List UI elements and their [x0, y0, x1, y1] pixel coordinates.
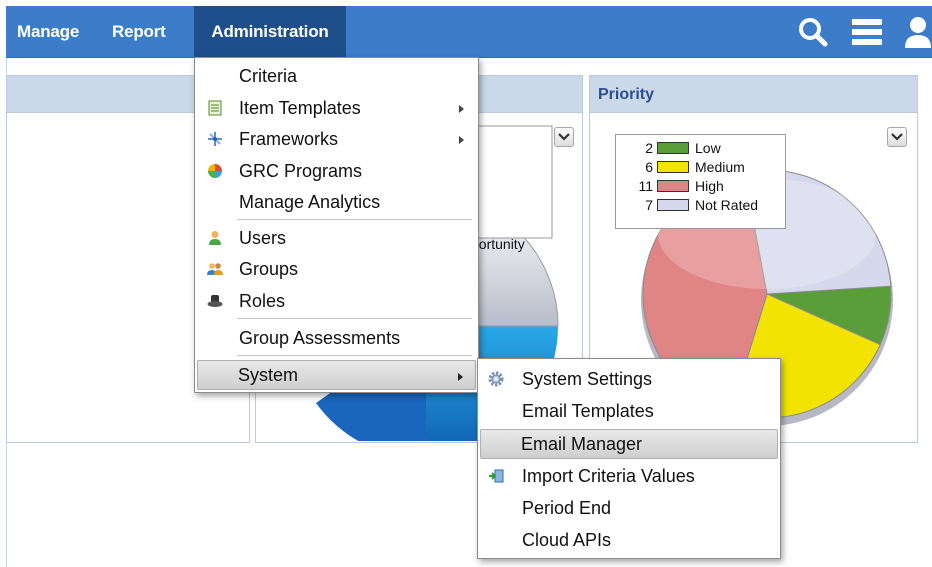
administration-menu: Criteria Item Templates Frameworks GRC P…	[194, 57, 479, 393]
menu-item-label: System	[238, 365, 299, 385]
menu-icon[interactable]	[851, 18, 883, 48]
legend-swatch	[657, 142, 689, 154]
submenu-arrow-icon	[459, 136, 464, 144]
legend-count: 11	[638, 178, 653, 194]
user-icon[interactable]	[905, 16, 931, 48]
menu-item-email-templates[interactable]: Email Templates	[480, 396, 778, 426]
system-submenu: System Settings Email Templates Email Ma…	[477, 358, 781, 559]
menu-item-label: Users	[239, 228, 287, 248]
menu-separator	[237, 318, 472, 319]
menu-item-label: Email Templates	[522, 401, 654, 421]
legend-swatch	[657, 199, 689, 211]
menu-item-group-assessments[interactable]: Group Assessments	[197, 323, 476, 353]
menu-item-label: Group Assessments	[239, 328, 401, 348]
chevron-down-icon	[891, 133, 903, 141]
menu-item-label: Roles	[239, 291, 286, 311]
groups-icon	[207, 263, 223, 275]
nav-report[interactable]: Report	[112, 6, 192, 57]
panel-header: Priority	[590, 76, 917, 113]
menu-item-frameworks[interactable]: Frameworks	[197, 124, 476, 154]
menu-item-roles[interactable]: Roles	[197, 286, 476, 316]
legend-swatch	[657, 161, 689, 173]
menu-item-period-end[interactable]: Period End	[480, 493, 778, 523]
menu-item-label: Period End	[522, 498, 612, 518]
top-nav: Manage Report Administration	[6, 6, 932, 58]
grc-programs-icon	[208, 164, 222, 178]
menu-item-email-manager[interactable]: Email Manager	[480, 429, 778, 459]
menu-item-users[interactable]: Users	[197, 223, 476, 253]
menu-item-label: GRC Programs	[239, 161, 363, 181]
chart-legend: 2 Low 6 Medium 11 High 7 Not Rated	[615, 134, 786, 229]
panel-title: Priority	[598, 86, 655, 103]
menu-item-cloud-apis[interactable]: Cloud APIs	[480, 525, 778, 555]
roles-icon	[207, 295, 223, 307]
menu-separator	[237, 355, 472, 356]
legend-label: portunity	[471, 236, 525, 252]
menu-item-system-settings[interactable]: System Settings	[480, 364, 778, 394]
legend-label: High	[695, 178, 724, 194]
menu-item-label: Groups	[239, 259, 299, 279]
menu-item-label: Frameworks	[239, 129, 339, 149]
legend-label: Not Rated	[695, 197, 759, 213]
menu-item-label: Manage Analytics	[239, 192, 381, 212]
submenu-arrow-icon	[458, 373, 463, 381]
menu-item-label: System Settings	[522, 369, 653, 389]
legend-count: 7	[645, 197, 653, 213]
chevron-down-icon	[558, 133, 570, 141]
legend-count: 2	[645, 140, 653, 156]
menu-item-item-templates[interactable]: Item Templates	[197, 93, 476, 123]
legend-label: Medium	[695, 159, 745, 175]
menu-item-label: Criteria	[239, 66, 298, 86]
menu-item-criteria[interactable]: Criteria	[197, 61, 476, 91]
menu-item-manage-analytics[interactable]: Manage Analytics	[197, 187, 476, 217]
template-icon	[208, 100, 222, 116]
user-icon	[209, 231, 221, 245]
menu-item-label: Cloud APIs	[522, 530, 612, 550]
search-icon[interactable]	[797, 16, 829, 48]
chart-options-button[interactable]	[554, 127, 574, 147]
menu-item-grc-programs[interactable]: GRC Programs	[197, 156, 476, 186]
gear-icon	[488, 371, 504, 387]
menu-item-system[interactable]: System	[197, 360, 476, 390]
menu-separator	[237, 219, 472, 220]
menu-item-label: Item Templates	[239, 98, 361, 118]
legend-count: 6	[645, 159, 653, 175]
legend-label: Low	[695, 140, 721, 156]
submenu-arrow-icon	[459, 105, 464, 113]
chart-options-button[interactable]	[887, 127, 907, 147]
legend-swatch	[657, 180, 689, 192]
menu-item-groups[interactable]: Groups	[197, 254, 476, 284]
nav-administration[interactable]: Administration	[194, 6, 346, 57]
menu-item-import-criteria-values[interactable]: Import Criteria Values	[480, 461, 778, 491]
nav-manage[interactable]: Manage	[17, 6, 97, 57]
menu-item-label: Import Criteria Values	[522, 466, 695, 486]
menu-item-label: Email Manager	[521, 434, 643, 454]
frameworks-icon	[208, 132, 222, 146]
import-icon	[489, 469, 504, 483]
